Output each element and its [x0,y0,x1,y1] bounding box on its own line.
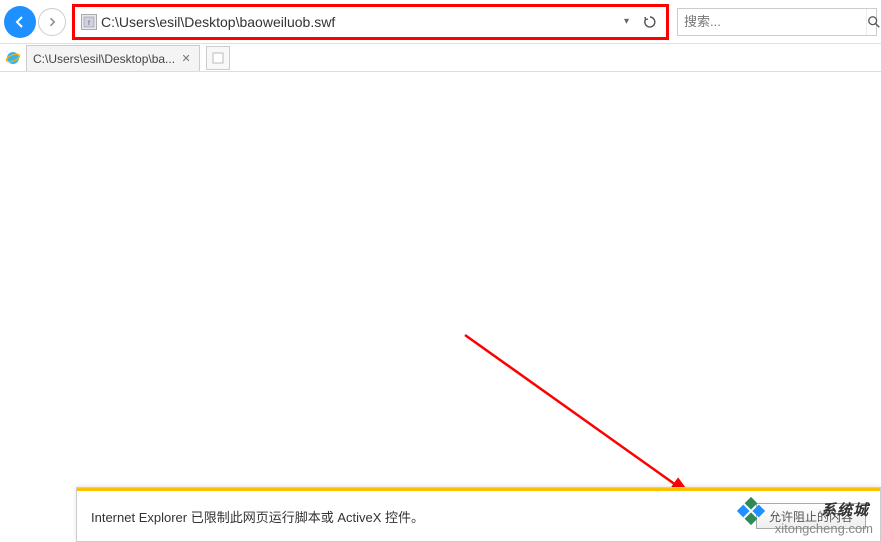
file-type-icon: f [81,14,97,30]
new-tab-button[interactable] [206,46,230,70]
search-bar: ▾ [677,8,877,36]
arrow-right-icon [46,16,58,28]
refresh-icon [642,14,658,30]
allow-blocked-content-button[interactable]: 允许阻止的内容 [756,503,866,529]
address-input[interactable] [101,12,620,32]
notification-message: Internet Explorer 已限制此网页运行脚本或 ActiveX 控件… [91,507,756,526]
ie-logo-icon [4,49,22,67]
browser-tab[interactable]: C:\Users\esil\Desktop\ba... ✕ [26,45,200,71]
search-input[interactable] [678,14,866,29]
tab-close-button[interactable]: ✕ [179,52,193,66]
tab-title: C:\Users\esil\Desktop\ba... [33,52,175,66]
arrow-left-icon [12,14,28,30]
page-content [0,72,881,542]
notification-action-label: 允许阻止的内容 [769,508,853,525]
search-icon [867,15,881,29]
back-button[interactable] [4,6,36,38]
search-button[interactable] [866,9,881,35]
forward-button[interactable] [38,8,66,36]
activex-notification-bar: Internet Explorer 已限制此网页运行脚本或 ActiveX 控件… [76,487,881,542]
address-dropdown[interactable]: ▾ [624,16,636,27]
browser-toolbar: f ▾ ▾ [0,0,881,44]
blank-tab-icon [212,52,224,64]
address-bar: f ▾ [72,4,669,40]
refresh-button[interactable] [640,12,660,32]
notification-body: Internet Explorer 已限制此网页运行脚本或 ActiveX 控件… [77,491,880,541]
tab-bar: C:\Users\esil\Desktop\ba... ✕ [0,44,881,72]
nav-buttons [4,6,66,38]
